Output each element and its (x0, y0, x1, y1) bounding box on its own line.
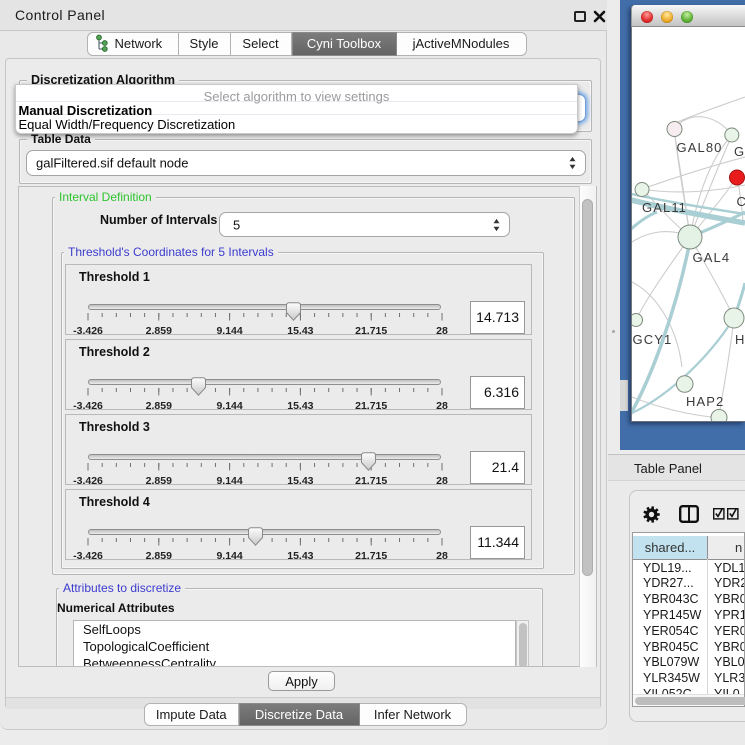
svg-text:2.859: 2.859 (146, 550, 172, 562)
svg-text:-3.426: -3.426 (73, 400, 103, 412)
svg-text:21.715: 21.715 (355, 550, 387, 562)
svg-text:28: 28 (436, 400, 448, 412)
svg-text:21.715: 21.715 (355, 475, 387, 487)
svg-text:2.859: 2.859 (146, 475, 172, 487)
svg-text:GA: GA (734, 144, 745, 159)
svg-text:15.43: 15.43 (287, 325, 313, 337)
svg-text:-3.426: -3.426 (73, 325, 103, 337)
svg-text:2.859: 2.859 (146, 400, 172, 412)
svg-text:28: 28 (436, 550, 448, 562)
svg-text:9.144: 9.144 (216, 475, 242, 487)
svg-text:CD: CD (737, 194, 745, 209)
svg-text:21.715: 21.715 (355, 325, 387, 337)
svg-text:28: 28 (436, 475, 448, 487)
svg-text:GAL80: GAL80 (677, 140, 723, 155)
svg-text:15.43: 15.43 (287, 550, 313, 562)
svg-text:9.144: 9.144 (216, 325, 242, 337)
svg-text:HA: HA (735, 332, 745, 347)
svg-text:9.144: 9.144 (216, 550, 242, 562)
svg-text:28: 28 (436, 325, 448, 337)
svg-text:-3.426: -3.426 (73, 550, 103, 562)
svg-text:2.859: 2.859 (146, 325, 172, 337)
svg-text:15.43: 15.43 (287, 400, 313, 412)
svg-text:GAL4: GAL4 (693, 250, 731, 265)
svg-text:GAL11: GAL11 (642, 200, 687, 215)
svg-text:GCY1: GCY1 (633, 332, 673, 347)
svg-text:15.43: 15.43 (287, 475, 313, 487)
svg-text:21.715: 21.715 (355, 400, 387, 412)
svg-text:-3.426: -3.426 (73, 475, 103, 487)
svg-text:9.144: 9.144 (216, 400, 242, 412)
svg-text:HAP2: HAP2 (686, 394, 724, 409)
